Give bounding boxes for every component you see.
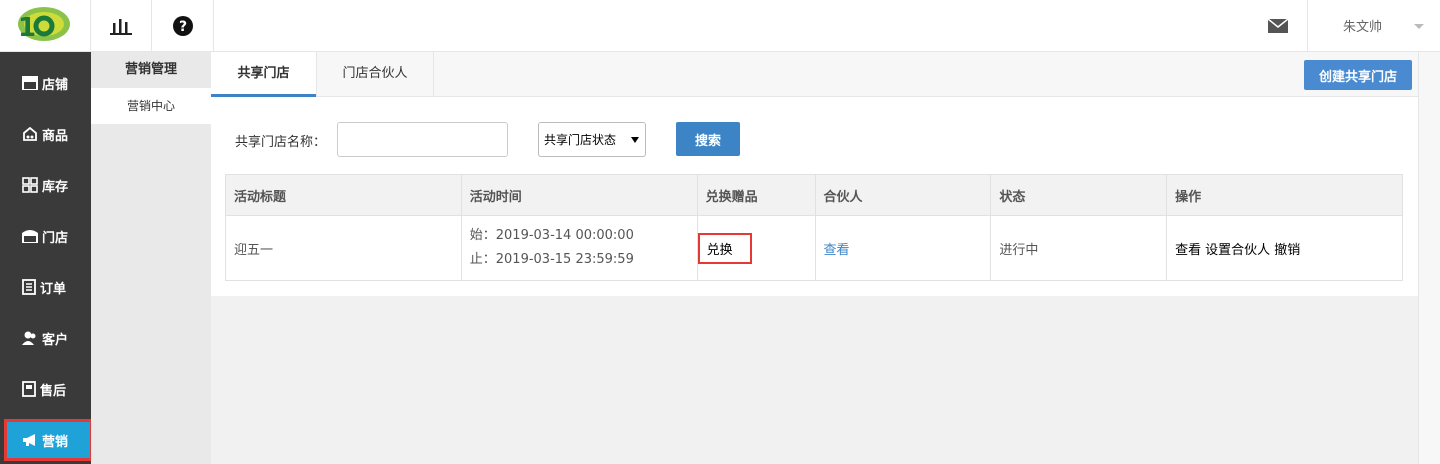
aftersale-icon [22, 381, 36, 397]
customer-icon [22, 331, 36, 345]
scrollbar[interactable] [1418, 52, 1440, 464]
svg-text:1: 1 [18, 13, 36, 43]
sidebar-item-label: 订单 [40, 281, 67, 297]
goods-icon [23, 127, 37, 141]
mail-button[interactable] [1248, 0, 1308, 51]
store-icon [22, 76, 38, 90]
user-name: 朱文帅 [1343, 20, 1383, 35]
dropdown-arrow-icon [631, 137, 639, 143]
sidebar-item-label: 店铺 [42, 77, 69, 93]
cell-time: 始：2019-03-14 00:00:00 止：2019-03-15 23:59… [460, 215, 698, 281]
sidebar-item-shop[interactable]: 门店 [0, 215, 91, 257]
header-partner: 合伙人 [814, 174, 992, 216]
search-button[interactable]: 搜索 [676, 122, 740, 156]
header-time: 活动时间 [460, 174, 698, 216]
table-header-row: 活动标题 活动时间 兑换赠品 合伙人 状态 操作 [225, 174, 1403, 216]
cell-ops: 查看 设置合伙人 撤销 [1166, 215, 1403, 281]
header-title: 活动标题 [225, 174, 462, 216]
tab-shared-stores[interactable]: 共享门店 [211, 52, 316, 97]
sidebar-item-label: 库存 [42, 179, 69, 195]
main-sidebar: 店铺 商品 库存 门店 订单 客户 售后 营销 [0, 52, 93, 464]
store-name-label: 共享门店名称： [235, 135, 327, 150]
header-gift: 兑换赠品 [696, 174, 816, 216]
header-status: 状态 [990, 174, 1168, 216]
subnav-item-marketing-center[interactable]: 营销中心 [91, 88, 211, 124]
cell-gift: 兑换 [696, 215, 816, 281]
stats-button[interactable] [90, 0, 152, 51]
question-circle-icon: ? [172, 15, 193, 36]
tab-bar: 共享门店 门店合伙人 创建共享门店 [211, 52, 1418, 97]
sidebar-item-inventory[interactable]: 库存 [0, 164, 91, 206]
secondary-sidebar: 营销管理 营销中心 [91, 52, 211, 464]
cell-title: 迎五一 [225, 215, 462, 281]
bar-chart-icon [110, 18, 132, 35]
sidebar-item-goods[interactable]: 商品 [0, 113, 91, 155]
help-button[interactable]: ? [152, 0, 214, 51]
main-content: 共享门店 门店合伙人 创建共享门店 共享门店名称： 共享门店状态 搜索 活动标题… [211, 52, 1418, 296]
sidebar-item-label: 客户 [42, 332, 69, 348]
create-shared-store-button[interactable]: 创建共享门店 [1304, 60, 1412, 90]
op-view-link[interactable]: 查看 [1175, 243, 1201, 258]
header-ops: 操作 [1166, 174, 1403, 216]
start-time: 始：2019-03-14 00:00:00 [469, 228, 634, 243]
op-revoke-link[interactable]: 撤销 [1274, 243, 1300, 258]
megaphone-icon [23, 434, 35, 446]
op-set-partner-link[interactable]: 设置合伙人 [1205, 243, 1270, 258]
user-menu[interactable]: 朱文帅 [1309, 0, 1440, 51]
view-partner-link[interactable]: 查看 [824, 243, 850, 258]
table-row: 迎五一 始：2019-03-14 00:00:00 止：2019-03-15 2… [225, 215, 1403, 281]
chevron-down-icon [1414, 24, 1424, 29]
store-name-input[interactable] [337, 122, 508, 157]
grid-icon [22, 177, 38, 193]
sidebar-item-aftersale[interactable]: 售后 [0, 368, 91, 410]
mail-icon [1267, 18, 1288, 33]
sidebar-item-label: 营销 [42, 434, 69, 450]
sidebar-item-label: 门店 [42, 230, 69, 246]
order-icon [22, 279, 36, 295]
end-time: 止：2019-03-15 23:59:59 [469, 252, 634, 267]
sidebar-item-marketing[interactable]: 营销 [4, 419, 93, 461]
sidebar-item-label: 售后 [40, 383, 67, 399]
top-bar: 1 ? 朱文帅 [0, 0, 1440, 52]
tab-store-partners[interactable]: 门店合伙人 [316, 52, 434, 97]
brand-logo[interactable]: 1 [8, 6, 70, 46]
subnav-title: 营销管理 [124, 62, 177, 77]
sidebar-item-label: 商品 [42, 128, 69, 144]
cell-status: 进行中 [990, 215, 1168, 281]
store-status-select[interactable]: 共享门店状态 [538, 122, 646, 157]
shop-icon [22, 230, 38, 243]
cell-partner: 查看 [814, 215, 992, 281]
gift-exchange-link[interactable]: 兑换 [697, 232, 752, 264]
store-status-value: 共享门店状态 [544, 133, 617, 147]
activity-table: 活动标题 活动时间 兑换赠品 合伙人 状态 操作 迎五一 始：2019-03-1… [225, 174, 1403, 281]
svg-text:?: ? [178, 19, 186, 35]
filter-bar: 共享门店名称： 共享门店状态 搜索 [211, 122, 1418, 157]
sidebar-item-orders[interactable]: 订单 [0, 266, 91, 308]
sidebar-item-customers[interactable]: 客户 [0, 317, 91, 359]
sidebar-item-store[interactable]: 店铺 [0, 62, 91, 104]
